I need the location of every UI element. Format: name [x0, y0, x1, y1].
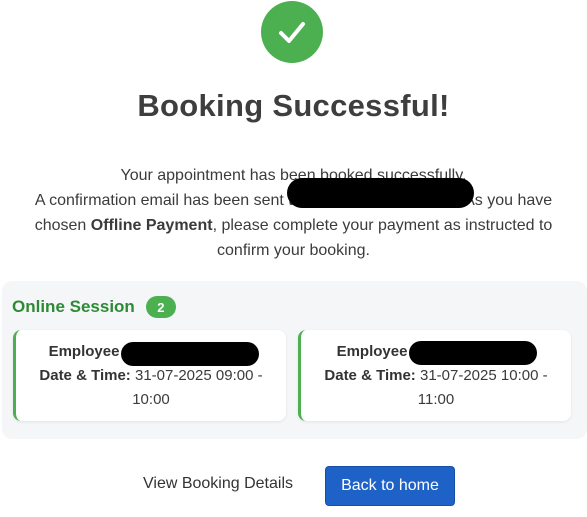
success-check-icon — [261, 1, 323, 63]
redacted-email — [287, 178, 474, 208]
redacted-employee-name — [409, 341, 537, 365]
booking-success-page: Booking Successful! Your appointment has… — [0, 0, 587, 517]
datetime-label: Date & Time: — [324, 367, 416, 384]
session-count-badge: 2 — [145, 296, 176, 318]
session-card: Employee Date & Time: 31-07-2025 09:00 -… — [13, 330, 286, 421]
session-title: Online Session — [12, 297, 135, 316]
check-icon — [279, 22, 305, 43]
payment-method: Offline Payment — [90, 217, 213, 234]
page-title: Booking Successful! — [137, 88, 450, 123]
datetime-value: 31-07-2025 09:00 - 10:00 — [132, 367, 263, 408]
employee-label: Employee — [336, 343, 408, 360]
session-header: Online Session 2 — [12, 296, 176, 318]
message-line-4: confirm your booking. — [217, 242, 370, 259]
instruction-text: , please complete your payment as instru… — [212, 217, 553, 234]
confirmation-message: Your appointment has been booked success… — [0, 163, 587, 263]
datetime-row: Date & Time: 31-07-2025 10:00 - 11:00 — [301, 364, 571, 412]
as-you-have-text: As you have — [464, 192, 553, 209]
message-line-3: chosen Offline Payment, please complete … — [0, 213, 587, 238]
datetime-value: 31-07-2025 10:00 - 11:00 — [417, 367, 548, 408]
back-to-home-button[interactable]: Back to home — [325, 466, 455, 506]
datetime-row: Date & Time: 31-07-2025 09:00 - 10:00 — [16, 364, 286, 412]
employee-label: Employee — [48, 343, 120, 360]
session-card: Employee Date & Time: 31-07-2025 10:00 -… — [298, 330, 571, 421]
redacted-employee-name — [121, 342, 259, 366]
email-sent-text: A confirmation email has been sent to — [34, 192, 302, 209]
datetime-label: Date & Time: — [39, 367, 131, 384]
view-booking-details-link[interactable]: View Booking Details — [143, 475, 293, 493]
chosen-text: chosen — [34, 217, 87, 234]
